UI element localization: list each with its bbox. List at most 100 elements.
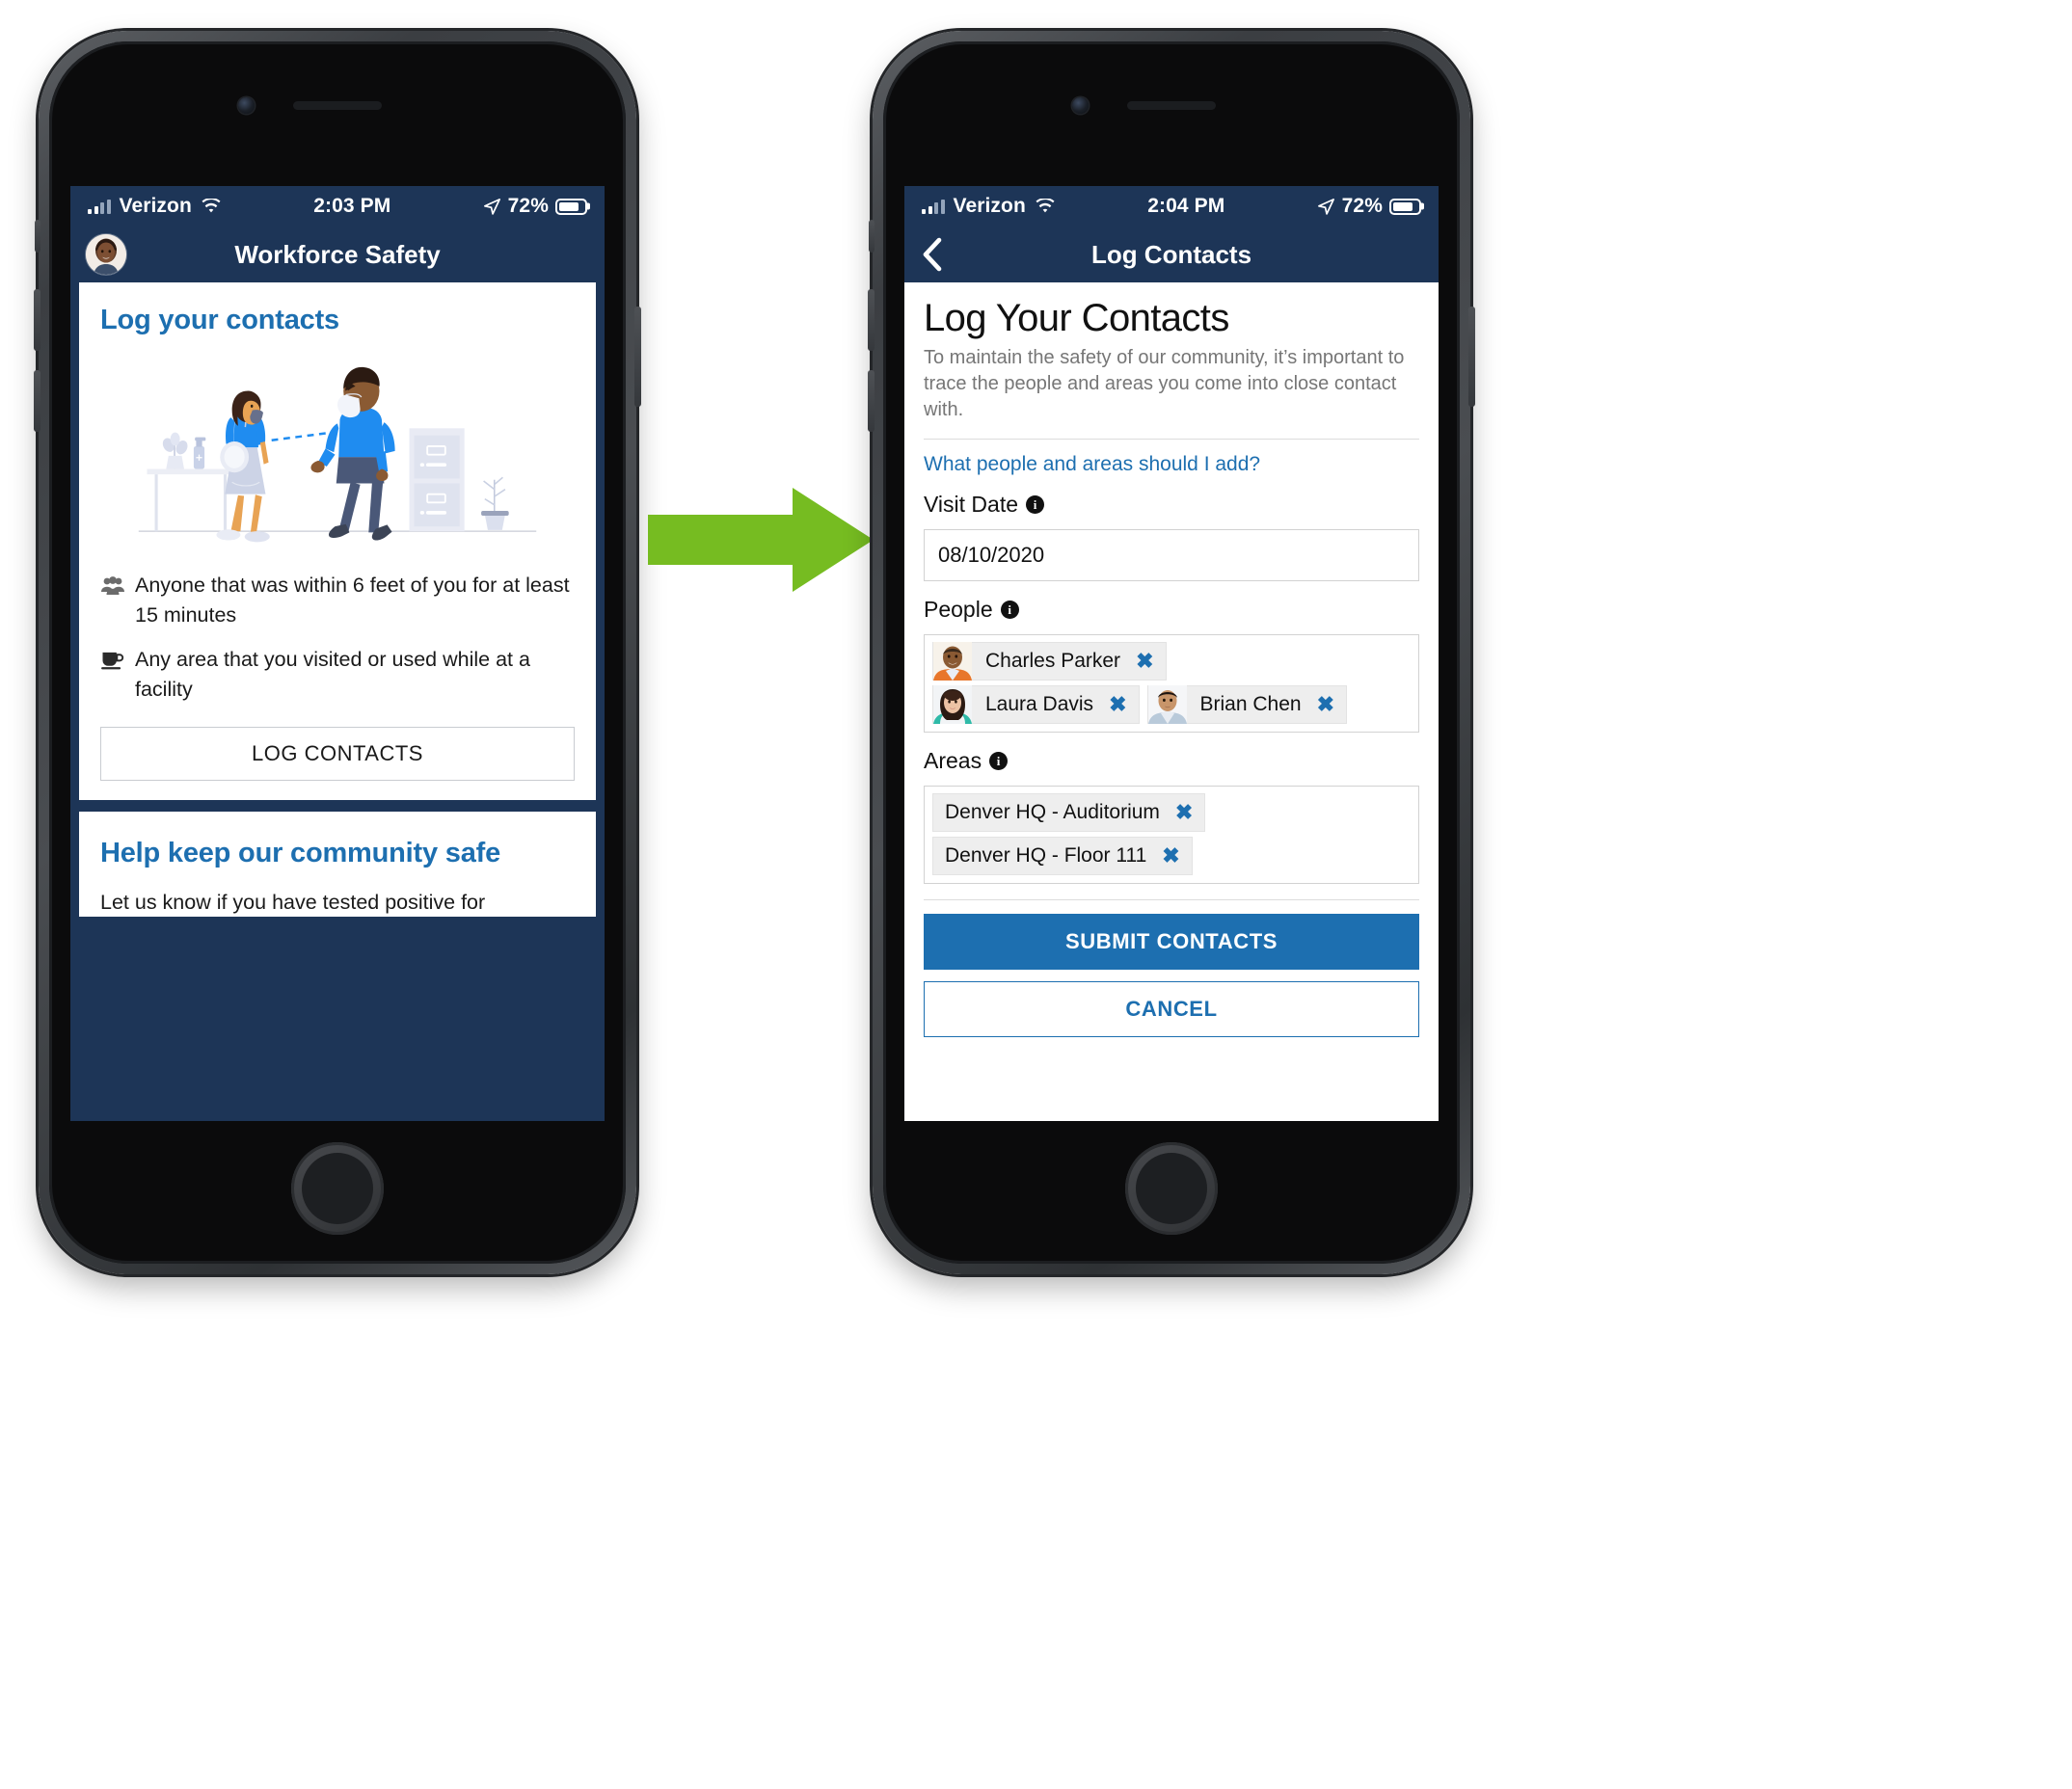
front-camera [238,97,255,114]
volume-down-button[interactable] [34,370,40,432]
phone-device-form: Verizon 2:04 PM 72% Log Contacts Log You… [868,31,1475,1274]
visit-date-label: Visit Date [924,491,1019,517]
divider-2 [924,898,1419,900]
area-chip-row-1: Denver HQ - Auditorium ✖ [932,792,1411,832]
avatar[interactable] [86,234,126,275]
visit-date-input[interactable]: 08/10/2020 [924,528,1419,581]
volume-down-button-2[interactable] [868,370,875,432]
earpiece-speaker [293,101,382,110]
status-left-2: Verizon [922,195,1056,218]
coffee-cup-icon [100,649,125,679]
battery-icon [555,198,587,215]
wifi-icon [1035,199,1056,214]
info-icon[interactable]: i [1026,494,1045,514]
avatar-brian [1147,684,1187,724]
help-link[interactable]: What people and areas should I add? [924,453,1260,475]
card-divider [79,800,596,812]
divider [924,438,1419,440]
remove-x-icon[interactable]: ✖ [1105,693,1126,715]
avatar-charles [933,641,972,681]
phone-bezel-2: Verizon 2:04 PM 72% Log Contacts Log You… [883,41,1460,1264]
remove-x-icon[interactable]: ✖ [1158,844,1179,867]
info-icon[interactable]: i [1000,600,1019,619]
wifi-icon [201,199,222,214]
battery-icon [1389,198,1421,215]
person-chip[interactable]: Brian Chen ✖ [1146,684,1347,724]
carrier-label-2: Verizon [953,195,1026,217]
card-heading: Log your contacts [100,305,339,335]
person-chip[interactable]: Charles Parker ✖ [932,641,1167,681]
info-icon[interactable]: i [989,751,1009,770]
avatar-laura [933,684,972,724]
status-left: Verizon [88,195,222,218]
silent-switch-2[interactable] [869,220,875,253]
app-nav-bar-2: Log Contacts [904,227,1439,282]
form-title: Log Your Contacts [924,297,1229,339]
log-contacts-card: Log your contacts Anyone that was within… [79,282,596,801]
people-label: People [924,596,993,622]
social-distancing-illustration [100,358,575,555]
silent-switch[interactable] [35,220,40,253]
home-scroll-body: Log your contacts Anyone that was within… [70,282,605,1121]
cellular-signal-icon [88,199,111,214]
page-title-2: Log Contacts [1090,239,1252,269]
comparison-stage: Verizon 2:03 PM 72% Workforce Safety Log… [0,0,2072,1789]
bullet-area: Any area that you visited or used while … [100,645,575,704]
visit-date-value: 08/10/2020 [938,542,1045,567]
cellular-signal-icon [922,199,945,214]
location-arrow-icon [1317,198,1335,216]
front-camera-2 [1072,97,1089,114]
person-name: Charles Parker [985,649,1121,672]
phone-device-home: Verizon 2:03 PM 72% Workforce Safety Log… [34,31,641,1274]
battery-percent-label: 72% [507,195,549,217]
screen-home: Verizon 2:03 PM 72% Workforce Safety Log… [70,186,605,1121]
cancel-button[interactable]: CANCEL [924,980,1419,1037]
chevron-left-icon[interactable] [920,237,945,272]
area-name: Denver HQ - Auditorium [945,800,1160,823]
volume-up-button-2[interactable] [868,289,875,351]
status-right-2: 72% [1317,195,1421,218]
areas-chip-container[interactable]: Denver HQ - Auditorium ✖ Denver HQ - Flo… [924,785,1419,884]
page-title: Workforce Safety [234,239,441,269]
power-button-2[interactable] [1468,307,1475,407]
people-label-row: People i [924,597,1419,623]
status-bar: Verizon 2:03 PM 72% [70,186,605,227]
person-chip[interactable]: Laura Davis ✖ [932,684,1140,724]
card-body-2: Let us know if you have tested positive … [100,890,486,914]
form-description: To maintain the safety of our community,… [924,347,1405,420]
status-time-2: 2:04 PM [1147,195,1225,217]
area-chip[interactable]: Denver HQ - Auditorium ✖ [932,792,1206,832]
areas-label: Areas [924,747,982,773]
person-name: Brian Chen [1199,692,1302,715]
people-chip-row-1: Charles Parker ✖ [932,641,1411,681]
battery-percent-label-2: 72% [1341,195,1383,217]
remove-x-icon[interactable]: ✖ [1171,801,1193,823]
home-button-2[interactable] [1125,1142,1218,1235]
people-group-icon [100,574,125,604]
remove-x-icon[interactable]: ✖ [1132,650,1153,672]
community-safe-card: Help keep our community safe Let us know… [79,812,596,918]
visit-date-label-row: Visit Date i [924,492,1419,518]
area-chip-row-2: Denver HQ - Floor 111 ✖ [932,836,1411,875]
bullet-area-text: Any area that you visited or used while … [135,648,530,701]
power-button[interactable] [634,307,641,407]
submit-contacts-button[interactable]: SUBMIT CONTACTS [924,913,1419,970]
volume-up-button[interactable] [34,289,40,351]
person-name: Laura Davis [985,692,1094,715]
people-chip-container[interactable]: Charles Parker ✖ Laura Davis ✖ Brian Che… [924,633,1419,733]
screen-form: Verizon 2:04 PM 72% Log Contacts Log You… [904,186,1439,1121]
status-right: 72% [483,195,587,218]
carrier-label: Verizon [119,195,192,217]
people-chip-row-2: Laura Davis ✖ Brian Chen ✖ [932,684,1411,724]
home-button[interactable] [291,1142,384,1235]
app-nav-bar: Workforce Safety [70,227,605,282]
bullet-people: Anyone that was within 6 feet of you for… [100,571,575,629]
area-chip[interactable]: Denver HQ - Floor 111 ✖ [932,836,1193,875]
log-contacts-button[interactable]: LOG CONTACTS [100,727,575,782]
areas-label-row: Areas i [924,748,1419,774]
area-name: Denver HQ - Floor 111 [945,843,1147,867]
remove-x-icon[interactable]: ✖ [1313,693,1334,715]
card-heading-2: Help keep our community safe [100,838,501,869]
status-time: 2:03 PM [313,195,391,217]
status-bar-2: Verizon 2:04 PM 72% [904,186,1439,227]
